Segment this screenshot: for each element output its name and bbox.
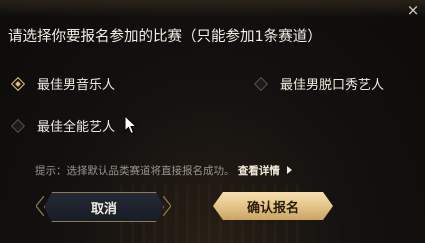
option-best-male-musician[interactable]: 最佳男音乐人: [10, 74, 116, 93]
radio-selected-icon: [10, 76, 26, 91]
mouse-cursor-icon: [124, 115, 138, 135]
ornament-right-icon: [163, 196, 171, 216]
option-label: 最佳男音乐人: [37, 78, 116, 93]
radio-unselected-icon: [10, 118, 26, 133]
option-best-male-comedian[interactable]: 最佳男脱口秀艺人: [253, 74, 385, 93]
background-decoration-top: [0, 0, 425, 18]
cancel-button[interactable]: 取消: [44, 192, 164, 222]
close-icon[interactable]: ×: [405, 2, 421, 18]
option-best-all-round-artist[interactable]: 最佳全能艺人: [10, 116, 116, 135]
option-label: 最佳全能艺人: [37, 120, 116, 135]
option-label: 最佳男脱口秀艺人: [280, 78, 385, 93]
hint-text: 提示：选择默认品类赛道将直接报名成功。 查看详情: [35, 163, 293, 178]
confirm-signup-button[interactable]: 确认报名: [213, 192, 333, 220]
dialog-title: 请选择你要报名参加的比赛（只能参加1条赛道）: [8, 29, 322, 45]
view-details-link[interactable]: 查看详情: [238, 165, 280, 177]
arrow-right-icon: [287, 166, 293, 174]
ornament-left-icon: [36, 196, 44, 216]
hint-message: 提示：选择默认品类赛道将直接报名成功。: [35, 165, 235, 177]
radio-unselected-icon: [253, 76, 269, 91]
